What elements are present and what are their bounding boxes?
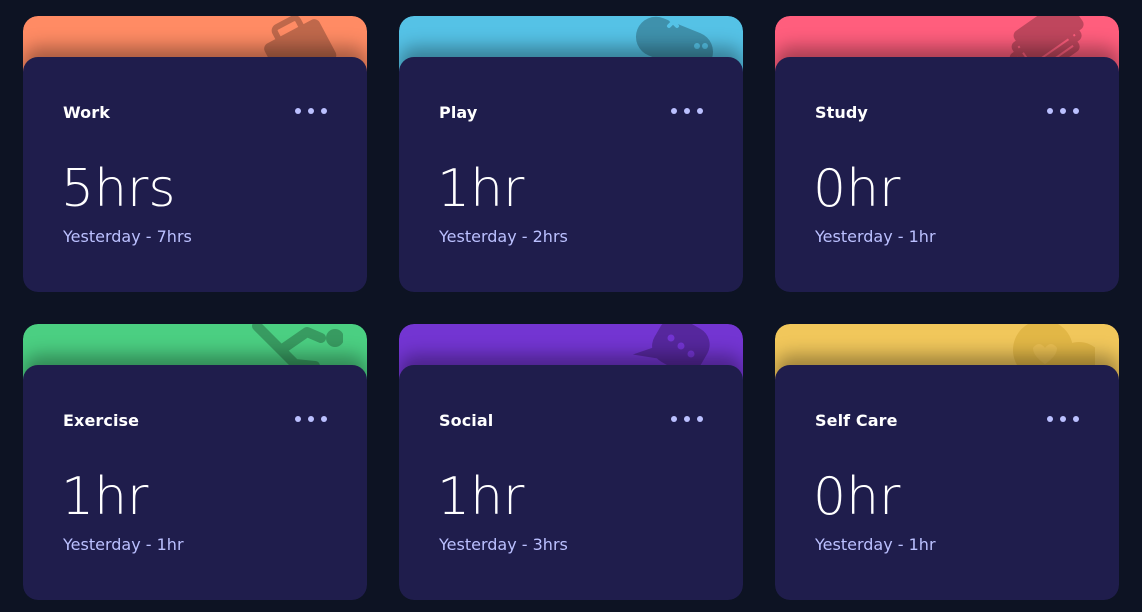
card-body[interactable]: Exercise 1hr Yesterday - 1hr [23, 365, 367, 600]
card-title: Play [439, 103, 478, 122]
card-title: Study [815, 103, 868, 122]
previous-hours: Yesterday - 1hr [815, 535, 936, 554]
card-work: Work 5hrs Yesterday - 7hrs [23, 16, 367, 292]
card-body[interactable]: Work 5hrs Yesterday - 7hrs [23, 57, 367, 292]
card-body[interactable]: Social 1hr Yesterday - 3hrs [399, 365, 743, 600]
card-body[interactable]: Play 1hr Yesterday - 2hrs [399, 57, 743, 292]
current-hours: 5hrs [61, 159, 176, 219]
previous-hours: Yesterday - 3hrs [439, 535, 568, 554]
card-study: Study 0hr Yesterday - 1hr [775, 16, 1119, 292]
card-title: Work [63, 103, 111, 122]
current-hours: 1hr [437, 467, 525, 527]
card-play: Play 1hr Yesterday - 2hrs [399, 16, 743, 292]
card-social: Social 1hr Yesterday - 3hrs [399, 324, 743, 600]
activity-grid: Work 5hrs Yesterday - 7hrs Play 1hr Yest… [0, 0, 1142, 612]
current-hours: 1hr [437, 159, 525, 219]
card-self-care: Self Care 0hr Yesterday - 1hr [775, 324, 1119, 600]
more-options-icon[interactable] [295, 415, 327, 423]
previous-hours: Yesterday - 2hrs [439, 227, 568, 246]
previous-hours: Yesterday - 7hrs [63, 227, 192, 246]
card-title: Social [439, 411, 494, 430]
more-options-icon[interactable] [295, 107, 327, 115]
current-hours: 1hr [61, 467, 149, 527]
previous-hours: Yesterday - 1hr [815, 227, 936, 246]
card-title: Exercise [63, 411, 140, 430]
more-options-icon[interactable] [1047, 415, 1079, 423]
card-exercise: Exercise 1hr Yesterday - 1hr [23, 324, 367, 600]
more-options-icon[interactable] [671, 415, 703, 423]
more-options-icon[interactable] [671, 107, 703, 115]
card-title: Self Care [815, 411, 898, 430]
more-options-icon[interactable] [1047, 107, 1079, 115]
card-body[interactable]: Self Care 0hr Yesterday - 1hr [775, 365, 1119, 600]
previous-hours: Yesterday - 1hr [63, 535, 184, 554]
current-hours: 0hr [813, 159, 901, 219]
card-body[interactable]: Study 0hr Yesterday - 1hr [775, 57, 1119, 292]
current-hours: 0hr [813, 467, 901, 527]
